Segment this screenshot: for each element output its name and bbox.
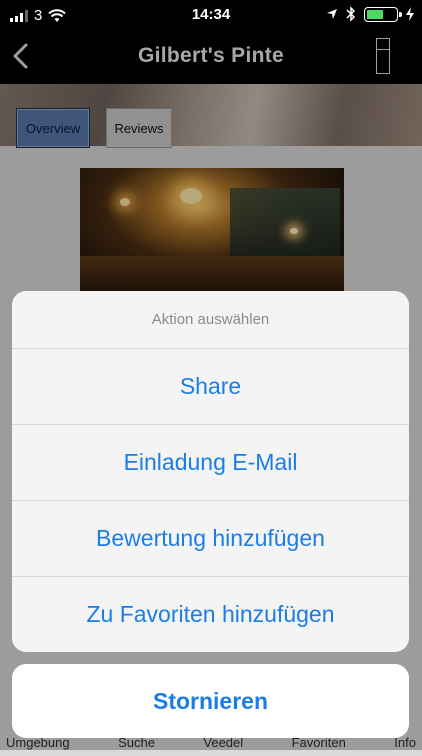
add-review-button[interactable]: Bewertung hinzufügen [12, 501, 409, 577]
charging-bolt-icon [406, 7, 414, 21]
action-sheet: Aktion auswählen Share Einladung E-Mail … [12, 291, 409, 652]
add-favorite-button[interactable]: Zu Favoriten hinzufügen [12, 577, 409, 652]
action-sheet-title: Aktion auswählen [12, 291, 409, 349]
invite-email-button[interactable]: Einladung E-Mail [12, 425, 409, 501]
status-bar: 3 14:34 [0, 0, 422, 30]
cancel-button[interactable]: Stornieren [12, 664, 409, 738]
location-arrow-icon [327, 9, 337, 19]
battery-icon [364, 6, 402, 22]
bluetooth-icon [346, 6, 356, 22]
share-button[interactable]: Share [12, 349, 409, 425]
status-right [326, 6, 414, 22]
